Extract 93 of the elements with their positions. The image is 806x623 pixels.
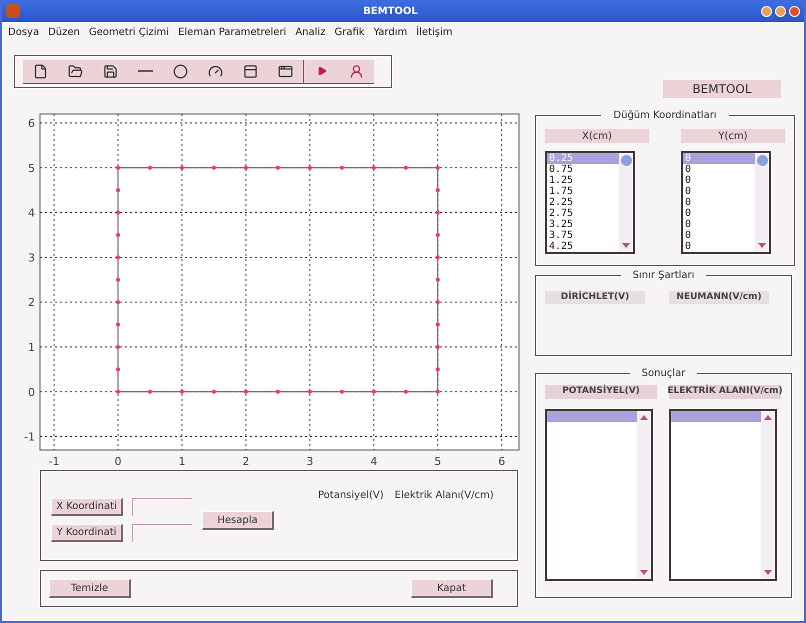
app-label: BEMTOOL xyxy=(663,80,781,98)
scroll-down-arrow-icon[interactable] xyxy=(640,570,648,575)
list-item[interactable]: 0 xyxy=(683,208,755,219)
scrollbar[interactable] xyxy=(761,411,775,579)
field-label: Elektrik Alanı(V/cm) xyxy=(394,489,494,503)
list-item[interactable]: 0 xyxy=(683,186,755,197)
tick-label: 3 xyxy=(28,251,35,264)
y-coordinate-field[interactable] xyxy=(132,524,192,542)
maximize-button[interactable] xyxy=(775,6,786,16)
tick-label: 5 xyxy=(434,455,442,468)
menu-item[interactable]: Analiz xyxy=(295,24,326,40)
toolbar-button[interactable] xyxy=(339,60,374,84)
gauge-icon xyxy=(208,64,223,78)
tick-label: 1 xyxy=(28,340,35,354)
list-box[interactable]: 0.25 0.75 1.25 1.75 2.25 2.75 3.25 3.75 4.25 xyxy=(545,151,635,254)
list-item[interactable]: 0 xyxy=(683,197,755,208)
scrollbar[interactable] xyxy=(619,153,633,252)
tick-label: 3 xyxy=(306,455,314,468)
app-icon xyxy=(6,4,20,18)
tick-label: 0 xyxy=(28,386,35,399)
x-coordinate-button[interactable]: X Koordinati xyxy=(51,498,123,516)
scroll-down-arrow-icon[interactable] xyxy=(758,243,766,248)
tick-label: -1 xyxy=(24,430,35,444)
person-icon xyxy=(349,64,364,78)
scroll-up-arrow-icon[interactable] xyxy=(764,415,772,420)
panel-title: Sonuçlar xyxy=(640,367,686,381)
circle-icon xyxy=(173,64,188,78)
list-item[interactable]: 2.25 xyxy=(547,197,619,208)
tick-label: 1 xyxy=(178,455,186,468)
column-header: POTANSİYEL(V) xyxy=(545,385,657,399)
list-box[interactable] xyxy=(545,409,653,581)
list-box[interactable] xyxy=(669,409,777,581)
x-coordinate-field[interactable] xyxy=(132,498,192,516)
column-header: DİRİCHLET(V) xyxy=(545,291,645,304)
scroll-down-arrow-icon[interactable] xyxy=(622,243,630,248)
close-button[interactable] xyxy=(789,6,800,16)
toolbar-button[interactable] xyxy=(304,60,339,84)
menu-item[interactable]: Dosya xyxy=(8,24,40,40)
minimize-button[interactable] xyxy=(761,6,772,16)
window-title: BEMTOOL xyxy=(362,4,419,18)
list-item[interactable]: 0 xyxy=(683,241,755,252)
list-item[interactable]: 0 xyxy=(683,175,755,186)
column-header: X(cm) xyxy=(545,129,649,143)
tick-label: 2 xyxy=(242,455,250,468)
compute-button[interactable]: Hesapla xyxy=(202,511,274,530)
panel-title: Sınır Şartları xyxy=(632,269,696,283)
window-icon xyxy=(278,64,293,78)
file-icon xyxy=(33,64,48,78)
menu-item[interactable]: Düzen xyxy=(48,24,80,40)
play-icon xyxy=(316,66,326,76)
scroll-up-arrow-icon[interactable] xyxy=(640,415,648,420)
column-header: ELEKTRİK ALANI(V/cm) xyxy=(669,385,781,399)
close-app-button[interactable]: Kapat xyxy=(411,579,493,598)
tick-label: 6 xyxy=(28,116,35,130)
toolbar-button[interactable] xyxy=(23,60,58,84)
y-coordinate-button[interactable]: Y Koordinati xyxy=(51,524,123,542)
menu-item[interactable]: Eleman Parametreleri xyxy=(178,24,286,40)
list-item[interactable]: 1.25 xyxy=(547,175,619,186)
list-item[interactable]: 3.25 xyxy=(547,219,619,230)
scrollbar[interactable] xyxy=(637,411,651,579)
column-header: NEUMANN(V/cm) xyxy=(669,291,769,304)
list-item[interactable]: 0.75 xyxy=(547,164,619,175)
scrollbar[interactable] xyxy=(755,153,769,252)
menu-item[interactable]: İletişim xyxy=(416,24,453,40)
list-item[interactable]: 2.75 xyxy=(547,208,619,219)
toolbar-button[interactable] xyxy=(268,60,303,84)
list-item[interactable]: 0 xyxy=(683,219,755,230)
list-item[interactable]: 1.75 xyxy=(547,186,619,197)
list-item[interactable]: 3.75 xyxy=(547,230,619,241)
clear-button[interactable]: Temizle xyxy=(49,579,131,598)
scroll-down-arrow-icon[interactable] xyxy=(764,570,772,575)
scroll-thumb[interactable] xyxy=(756,155,768,166)
list-item[interactable]: 0 xyxy=(683,164,755,175)
menu-item[interactable]: Grafik xyxy=(334,24,365,40)
tick-label: 6 xyxy=(498,455,506,468)
panel-title: Düğüm Koordinatları xyxy=(612,109,718,123)
tick-label: 4 xyxy=(28,206,35,220)
menu-item[interactable]: Yardım xyxy=(374,24,408,40)
line-icon xyxy=(138,70,153,72)
panel-icon xyxy=(243,64,258,78)
tick-label: -1 xyxy=(48,455,60,468)
menu-item[interactable]: Geometri Çizimi xyxy=(88,24,170,40)
list-item[interactable]: 0 xyxy=(683,230,755,241)
folder-icon xyxy=(68,64,83,78)
tick-label: 5 xyxy=(28,162,35,175)
scroll-thumb[interactable] xyxy=(620,155,632,166)
potential-label: Potansiyel(V) xyxy=(318,489,384,503)
list-item[interactable]: 4.25 xyxy=(547,241,619,252)
tick-label: 4 xyxy=(370,455,378,468)
column-header: Y(cm) xyxy=(681,129,785,143)
tick-label: 2 xyxy=(28,296,35,310)
tick-label: 0 xyxy=(114,455,122,468)
list-box[interactable]: 0 0 0 0 0 0 0 0 0 xyxy=(681,151,771,254)
